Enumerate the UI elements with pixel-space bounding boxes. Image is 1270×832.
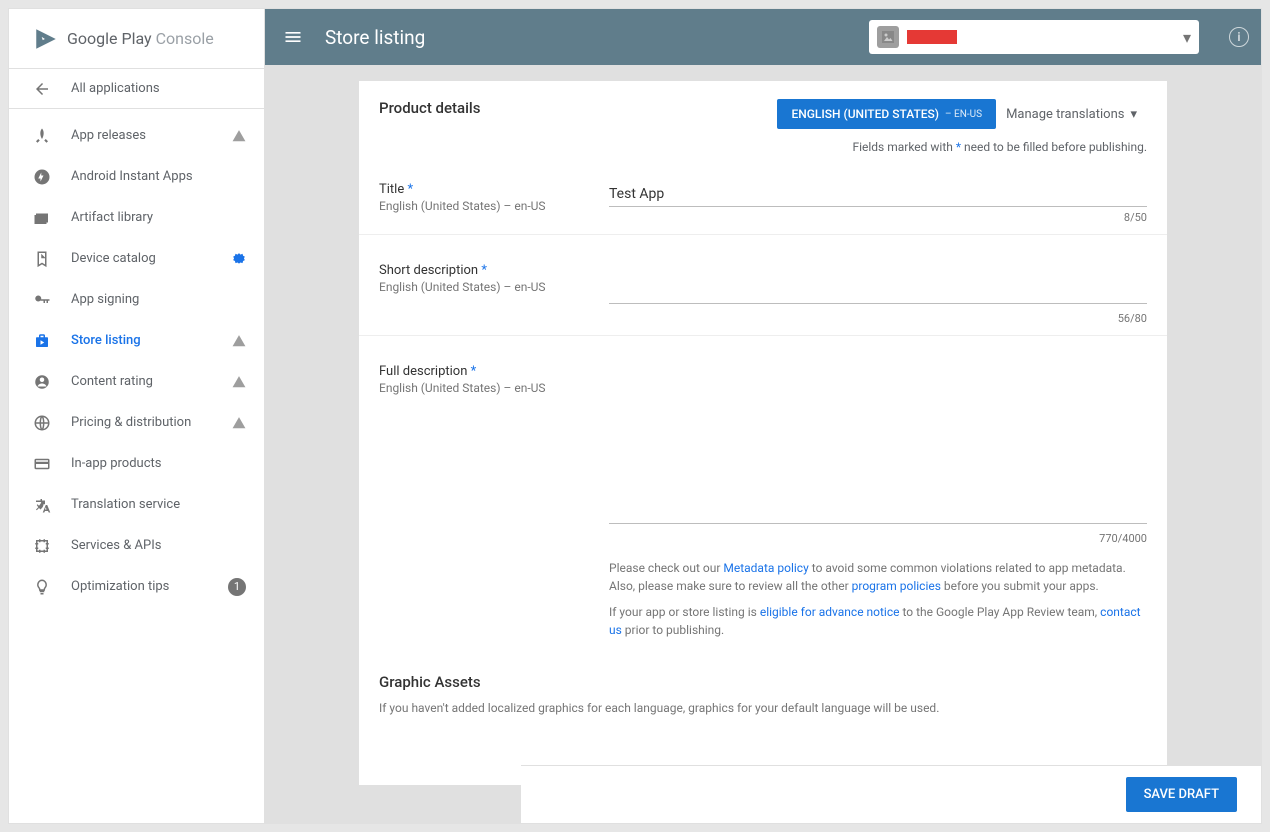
count-badge: 1 — [228, 578, 246, 596]
globe-icon — [33, 414, 51, 432]
translate-icon — [33, 496, 51, 514]
short-desc-input[interactable] — [609, 263, 1147, 304]
bolt-icon — [33, 168, 51, 186]
title-field-row: Title * English (United States) – en-US … — [359, 154, 1167, 235]
full-desc-input[interactable] — [609, 364, 1147, 524]
main-area: Store listing ▾ i Product details ENGLIS… — [265, 9, 1261, 823]
graphic-assets-sub: If you haven't added localized graphics … — [379, 701, 1147, 715]
required-fields-note: Fields marked with * need to be filled b… — [359, 130, 1167, 154]
full-desc-label: Full description * — [379, 364, 589, 379]
short-desc-sublabel: English (United States) – en-US — [379, 280, 589, 294]
nav-optimization-tips[interactable]: Optimization tips 1 — [9, 566, 264, 607]
caret-down-icon: ▾ — [1183, 28, 1191, 47]
brand-text: Google Play Console — [67, 29, 214, 48]
info-button[interactable]: i — [1229, 27, 1249, 47]
store-icon — [33, 332, 51, 350]
topbar: Store listing ▾ i — [265, 9, 1261, 65]
nav-list: App releases Android Instant Apps Artifa… — [9, 109, 264, 607]
nav-app-signing[interactable]: App signing — [9, 279, 264, 320]
card-icon — [33, 455, 51, 473]
nav-in-app-products[interactable]: In-app products — [9, 443, 264, 484]
short-desc-label: Short description * — [379, 263, 589, 278]
nav-app-releases[interactable]: App releases — [9, 115, 264, 156]
app-selector[interactable]: ▾ — [869, 20, 1199, 54]
language-chip[interactable]: ENGLISH (UNITED STATES) – EN-US — [777, 99, 996, 129]
app-thumb-icon — [877, 26, 899, 48]
brand-logo[interactable]: Google Play Console — [9, 9, 264, 69]
graphic-assets-section: Graphic Assets If you haven't added loca… — [359, 649, 1167, 725]
page-title: Store listing — [325, 26, 849, 49]
warning-icon — [232, 375, 246, 389]
graphic-assets-title: Graphic Assets — [379, 673, 1147, 691]
device-icon — [33, 250, 51, 268]
title-label: Title * — [379, 182, 589, 197]
lightbulb-icon — [33, 578, 51, 596]
back-all-applications[interactable]: All applications — [9, 69, 264, 109]
rating-icon — [33, 373, 51, 391]
short-desc-field-row: Short description * English (United Stat… — [359, 235, 1167, 336]
info-badge-icon — [232, 252, 246, 266]
warning-icon — [232, 334, 246, 348]
sidebar: Google Play Console All applications App… — [9, 9, 265, 823]
hamburger-icon — [283, 27, 303, 47]
policy-note: Please check out our Metadata policy to … — [609, 559, 1147, 639]
key-icon — [33, 291, 51, 309]
section-title: Product details — [379, 99, 777, 117]
manage-translations-button[interactable]: Manage translations ▾ — [996, 99, 1147, 130]
advance-notice-link[interactable]: eligible for advance notice — [760, 605, 900, 619]
services-icon — [33, 537, 51, 555]
full-desc-sublabel: English (United States) – en-US — [379, 381, 589, 395]
nav-content-rating[interactable]: Content rating — [9, 361, 264, 402]
nav-instant-apps[interactable]: Android Instant Apps — [9, 156, 264, 197]
title-sublabel: English (United States) – en-US — [379, 199, 589, 213]
save-draft-button[interactable]: SAVE DRAFT — [1126, 777, 1237, 812]
content-scroll[interactable]: Product details ENGLISH (UNITED STATES) … — [265, 65, 1261, 823]
footer-bar: SAVE DRAFT — [521, 765, 1261, 823]
arrow-back-icon — [33, 80, 51, 98]
play-console-logo-icon — [33, 26, 59, 52]
nav-artifact-library[interactable]: Artifact library — [9, 197, 264, 238]
nav-device-catalog[interactable]: Device catalog — [9, 238, 264, 279]
nav-translation-service[interactable]: Translation service — [9, 484, 264, 525]
nav-store-listing[interactable]: Store listing — [9, 320, 264, 361]
caret-down-icon: ▾ — [1130, 107, 1137, 122]
program-policies-link[interactable]: program policies — [852, 579, 941, 593]
back-label: All applications — [71, 81, 160, 96]
nav-services-apis[interactable]: Services & APIs — [9, 525, 264, 566]
title-char-count: 8/50 — [609, 211, 1147, 224]
full-desc-field-row: Full description * English (United State… — [359, 336, 1167, 649]
library-icon — [33, 209, 51, 227]
metadata-policy-link[interactable]: Metadata policy — [723, 561, 808, 575]
app-name-redacted — [907, 30, 957, 44]
short-desc-char-count: 56/80 — [609, 312, 1147, 325]
rocket-icon — [33, 127, 51, 145]
menu-button[interactable] — [281, 25, 305, 49]
warning-icon — [232, 416, 246, 430]
title-input[interactable] — [609, 182, 1147, 207]
product-details-card: Product details ENGLISH (UNITED STATES) … — [359, 81, 1167, 785]
warning-icon — [232, 129, 246, 143]
nav-pricing-distribution[interactable]: Pricing & distribution — [9, 402, 264, 443]
full-desc-char-count: 770/4000 — [609, 532, 1147, 545]
